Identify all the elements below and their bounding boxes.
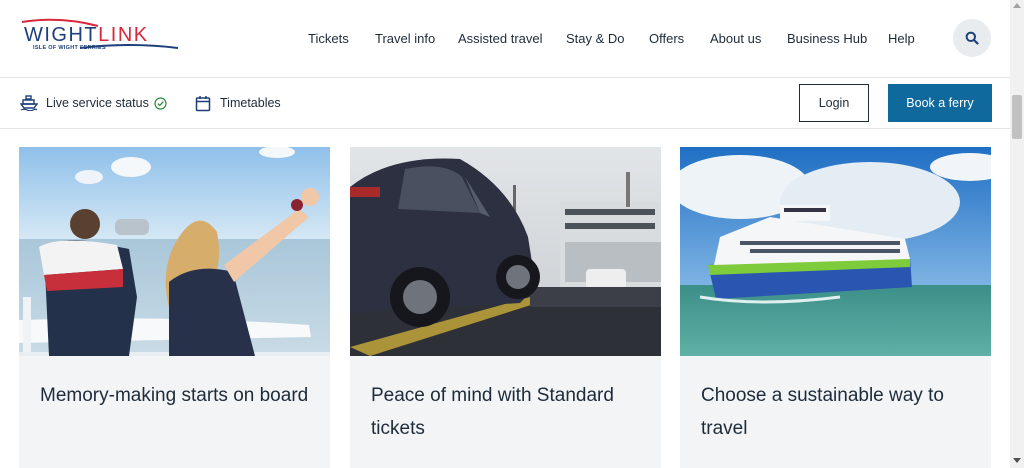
timetables-label: Timetables xyxy=(220,96,281,110)
promo-card-title: Choose a sustainable way to travel xyxy=(701,385,944,439)
nav-item-about-us[interactable]: About us xyxy=(710,31,761,46)
promo-card-sustainable-travel[interactable]: Choose a sustainable way to travel xyxy=(680,147,991,468)
nav-item-stay-do[interactable]: Stay & Do xyxy=(566,31,625,46)
main-nav: Tickets Travel info Assisted travel Stay… xyxy=(0,31,1010,49)
search-icon xyxy=(965,31,979,45)
utility-bar: Live service status Timetables Login Boo… xyxy=(0,79,1010,129)
nav-item-business-hub[interactable]: Business Hub xyxy=(787,31,867,46)
ferry-icon xyxy=(20,95,38,111)
nav-item-tickets[interactable]: Tickets xyxy=(308,31,349,46)
car-boarding-ferry-photo xyxy=(350,147,661,356)
calendar-icon xyxy=(195,95,211,111)
site-header: WIGHTLINK ISLE OF WIGHT FERRIES Tickets … xyxy=(0,0,1010,78)
scroll-up-arrow-icon[interactable] xyxy=(1013,3,1021,8)
search-button[interactable] xyxy=(953,19,991,57)
page-scrollbar[interactable] xyxy=(1010,0,1024,468)
nav-item-offers[interactable]: Offers xyxy=(649,31,684,46)
timetables-link[interactable]: Timetables xyxy=(195,93,281,113)
login-button[interactable]: Login xyxy=(799,84,869,122)
live-service-status-link[interactable]: Live service status xyxy=(20,93,167,113)
victoria-of-wight-hybrid-ferry-photo xyxy=(680,147,991,356)
nav-item-assisted-travel[interactable]: Assisted travel xyxy=(458,31,543,46)
check-circle-icon xyxy=(154,96,167,110)
nav-item-help[interactable]: Help xyxy=(888,31,915,46)
live-service-status-label: Live service status xyxy=(46,96,149,110)
book-a-ferry-button[interactable]: Book a ferry xyxy=(888,84,992,122)
promo-card-standard-tickets[interactable]: Peace of mind with Standard tickets xyxy=(350,147,661,468)
children-on-ferry-deck-photo xyxy=(19,147,330,356)
scroll-down-arrow-icon[interactable] xyxy=(1013,458,1021,463)
promo-card-title: Memory-making starts on board xyxy=(40,385,309,406)
nav-item-travel-info[interactable]: Travel info xyxy=(375,31,435,46)
promo-card-memory-making[interactable]: Memory-making starts on board xyxy=(19,147,330,468)
promo-card-title: Peace of mind with Standard tickets xyxy=(371,385,614,439)
scrollbar-thumb[interactable] xyxy=(1012,95,1022,139)
